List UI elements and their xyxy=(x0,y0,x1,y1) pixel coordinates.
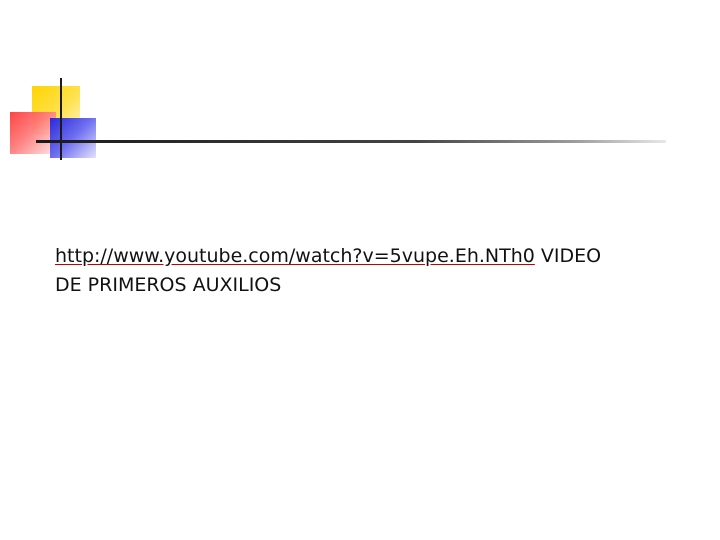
corner-logo-decoration xyxy=(0,0,720,170)
video-label-text: VIDEO xyxy=(534,245,602,267)
slide-body-text: http://www.youtube.com/watch?v=5vupe.Eh.… xyxy=(55,242,675,300)
horizontal-rule xyxy=(36,140,666,143)
video-description-text: DE PRIMEROS AUXILIOS xyxy=(55,274,282,296)
slide: http://www.youtube.com/watch?v=5vupe.Eh.… xyxy=(0,0,720,540)
blue-square-decoration xyxy=(50,118,96,158)
vertical-rule xyxy=(60,78,62,160)
youtube-video-link[interactable]: http://www.youtube.com/watch?v=5vupe.Eh.… xyxy=(55,245,535,267)
